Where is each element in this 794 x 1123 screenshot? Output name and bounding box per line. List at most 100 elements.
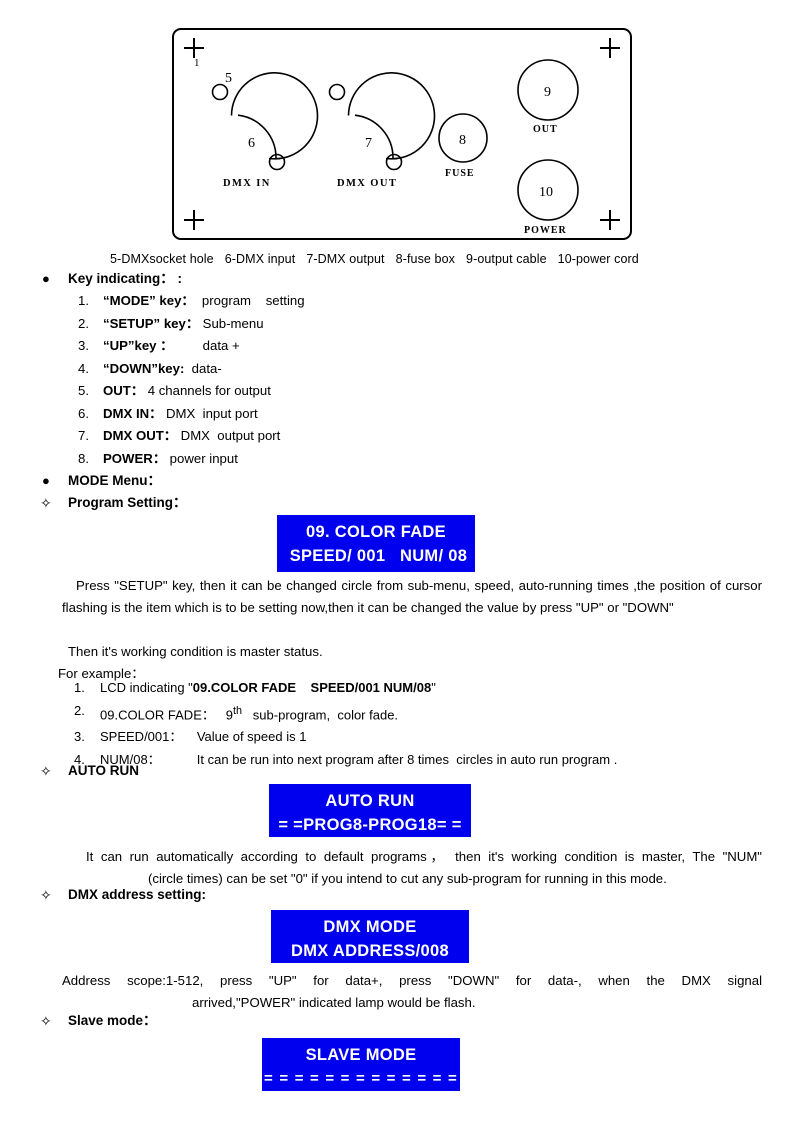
- callout-8: 8: [459, 133, 466, 148]
- key-desc: 4 channels for output: [144, 383, 271, 398]
- heading-dmx-address-label: DMX address setting:: [68, 887, 207, 902]
- list-item: 5. OUT： 4 channels for output: [0, 380, 794, 403]
- key-label: “DOWN”key:: [103, 360, 185, 376]
- caption-part-8: 8-fuse box: [395, 252, 456, 266]
- heading-program-setting: ✧ Program Setting：: [0, 492, 794, 514]
- callout-6: 6: [248, 136, 255, 151]
- dmx-address-line-1: Address scope:1-512, press "UP" for data…: [62, 973, 762, 988]
- paragraph-setup-text: Press "SETUP" key, then it can be change…: [62, 578, 762, 615]
- callout-9: 9: [544, 85, 551, 100]
- list-number: 3.: [74, 729, 85, 745]
- heading-slave-mode-label: Slave mode：: [68, 1013, 157, 1028]
- label-dmx-out: DMX OUT: [337, 178, 397, 189]
- key-label: OUT：: [103, 383, 145, 398]
- example-post: sub-program, color fade.: [241, 706, 399, 722]
- list-item: 2. “SETUP” key： Sub-menu: [0, 313, 794, 336]
- example-list: 1. LCD indicating "09.COLOR FADE SPEED/0…: [0, 677, 794, 771]
- list-number: 4.: [78, 360, 89, 376]
- key-desc: DMX input port: [162, 405, 258, 421]
- list-item: 7. DMX OUT： DMX output port: [0, 425, 794, 448]
- list-number: 6.: [78, 405, 89, 421]
- key-desc: data +: [173, 338, 240, 353]
- round-bullet-icon: ●: [42, 473, 50, 488]
- heading-mode-menu-label: MODE Menu：: [68, 473, 161, 488]
- list-item: 1. LCD indicating "09.COLOR FADE SPEED/0…: [0, 677, 794, 700]
- callout-5: 5: [225, 71, 232, 86]
- slave-mode-section: ✧ Slave mode：: [0, 1010, 794, 1032]
- figure-caption: 5-DMXsocket hole 6-DMX input 7-DMX output 8…: [110, 252, 710, 266]
- list-item: 2. 09.COLOR FADE： 9th sub-program, color…: [0, 700, 794, 727]
- heading-mode-menu: ● MODE Menu：: [0, 470, 794, 492]
- key-desc: power input: [166, 450, 238, 466]
- heading-auto-run: ✧ AUTO RUN: [0, 760, 794, 782]
- key-label: DMX IN：: [103, 405, 163, 421]
- rear-panel-diagram: 1 5 6 7 8 9 10 DMX IN DMX OUT FUSE OUT P…: [172, 28, 632, 240]
- key-label: POWER：: [103, 450, 167, 466]
- list-number: 3.: [78, 338, 89, 353]
- heading-dmx-address: ✧ DMX address setting:: [0, 884, 794, 906]
- label-out: OUT: [533, 124, 558, 135]
- lcd-slave-mode: SLAVE MODE = = = = = = = = = = = = =: [262, 1038, 460, 1091]
- paragraph-master-status: Then it's working condition is master st…: [68, 641, 758, 663]
- lcd-line-2: SPEED/ 001 NUM/ 08: [284, 547, 468, 565]
- list-item: 8. POWER： power input: [0, 448, 794, 471]
- key-label: DMX OUT：: [103, 428, 177, 443]
- heading-slave-mode: ✧ Slave mode：: [0, 1010, 794, 1032]
- diamond-bullet-icon: ✧: [40, 763, 52, 779]
- lcd-dmx-mode: DMX MODE DMX ADDRESS/008: [271, 910, 469, 963]
- key-label: “MODE” key：: [103, 293, 195, 308]
- list-number: 8.: [78, 450, 89, 466]
- heading-key-indicating: ● Key indicating： :: [0, 268, 794, 290]
- list-number: 1.: [74, 680, 85, 695]
- example-bold: 09.COLOR FADE SPEED/001 NUM/08: [192, 680, 432, 695]
- key-desc: data-: [184, 360, 222, 376]
- lcd-line-1: SLAVE MODE: [305, 1046, 417, 1064]
- callout-1: 1: [194, 57, 200, 69]
- caption-part-6: 6-DMX input: [224, 252, 296, 266]
- callout-7: 7: [365, 136, 372, 151]
- list-number: 7.: [78, 428, 89, 443]
- auto-run-line-1: It can run automatically according to de…: [86, 849, 762, 864]
- lcd-program-setting: 09. COLOR FADE SPEED/ 001 NUM/ 08: [277, 515, 475, 572]
- list-number: 5.: [78, 383, 89, 398]
- dmx-address-section: ✧ DMX address setting:: [0, 884, 794, 906]
- list-number: 2.: [74, 702, 85, 718]
- caption-part-9: 9-output cable: [466, 252, 547, 266]
- lcd-line-1: AUTO RUN: [325, 792, 415, 810]
- heading-key-indicating-label: Key indicating： :: [68, 271, 183, 286]
- list-number: 1.: [78, 293, 89, 308]
- example-post: ": [431, 680, 436, 695]
- panel-graphics: 1 5 6 7 8 9 10 DMX IN DMX OUT FUSE OUT P…: [184, 38, 620, 236]
- paragraph-setup-instructions: Press "SETUP" key, then it can be change…: [62, 575, 762, 619]
- caption-part-5: 5-DMXsocket hole: [110, 252, 214, 266]
- paragraph-dmx-address: Address scope:1-512, press "UP" for data…: [62, 970, 762, 1014]
- label-dmx-in: DMX IN: [223, 178, 271, 189]
- key-desc: Sub-menu: [199, 315, 264, 331]
- heading-auto-run-label: AUTO RUN: [68, 763, 140, 778]
- auto-run-section: ✧ AUTO RUN: [0, 760, 794, 782]
- key-label: “UP”key ：: [103, 338, 174, 353]
- list-number: 2.: [78, 315, 89, 331]
- list-item: 1. “MODE” key： program setting: [0, 290, 794, 313]
- label-power: POWER: [524, 225, 567, 236]
- list-item: 3. “UP”key ： data +: [0, 335, 794, 358]
- screw-hole-7b: [385, 153, 403, 171]
- list-item: 4. “DOWN”key: data-: [0, 358, 794, 381]
- callout-10: 10: [539, 185, 553, 200]
- key-label: “SETUP” key：: [103, 315, 200, 331]
- example-pre: LCD indicating ": [100, 680, 193, 695]
- heading-program-setting-label: Program Setting：: [68, 495, 187, 510]
- example-pre: 09.COLOR FADE： 9: [100, 706, 233, 722]
- lcd-line-2: = =PROG8-PROG18= =: [278, 816, 462, 834]
- example-superscript: th: [232, 704, 242, 717]
- paragraph-master-text: Then it's working condition is master st…: [68, 644, 323, 659]
- list-item: 3. SPEED/001： Value of speed is 1: [0, 726, 794, 749]
- screw-hole-5: [211, 83, 229, 101]
- round-bullet-icon: ●: [42, 271, 50, 286]
- caption-part-7: 7-DMX output: [306, 252, 385, 266]
- key-desc: program setting: [194, 293, 305, 308]
- lcd-auto-run: AUTO RUN = =PROG8-PROG18= =: [269, 784, 471, 837]
- label-fuse: FUSE: [445, 168, 475, 179]
- example-pre: SPEED/001： Value of speed is 1: [100, 729, 307, 745]
- document-body: ● Key indicating： : 1. “MODE” key： progr…: [0, 268, 794, 514]
